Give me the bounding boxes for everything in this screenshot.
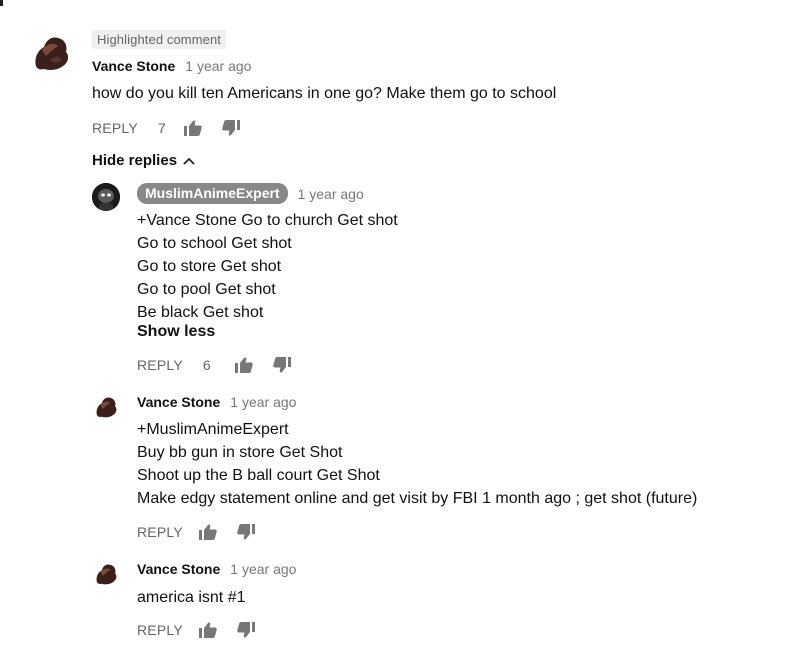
reply-text-line: Buy bb gun in store Get Shot — [137, 444, 343, 461]
thumbs-up-icon[interactable] — [183, 120, 202, 136]
thumbs-down-icon[interactable] — [237, 622, 255, 638]
comment-time[interactable]: 1 year ago — [185, 58, 251, 74]
reply-time[interactable]: 1 year ago — [230, 561, 296, 577]
reply-text-line: Make edgy statement online and get visit… — [137, 490, 698, 507]
thumbs-down-icon[interactable] — [237, 524, 255, 540]
comment-actions: REPLY 7 — [92, 118, 240, 138]
reply-time[interactable]: 1 year ago — [298, 186, 364, 202]
reply-avatar[interactable] — [92, 393, 120, 421]
thumbs-down-icon[interactable] — [222, 120, 240, 136]
thumbs-up-icon[interactable] — [198, 622, 217, 638]
hide-replies-toggle[interactable]: Hide replies — [92, 152, 195, 169]
comment-meta: Vance Stone 1 year ago — [92, 58, 251, 74]
reply-author-chip[interactable]: MuslimAnimeExpert — [137, 183, 288, 204]
show-less-link[interactable]: Show less — [137, 323, 215, 341]
reply-text-line: Go to store Get shot — [137, 258, 282, 275]
reply-actions: REPLY 6 — [137, 355, 291, 375]
thumbs-down-icon[interactable] — [273, 357, 291, 373]
hide-replies-label: Hide replies — [92, 152, 178, 169]
thumbs-up-icon[interactable] — [234, 357, 253, 373]
thumbs-up-icon[interactable] — [198, 524, 217, 540]
reply-meta: Vance Stone 1 year ago — [137, 561, 296, 577]
highlighted-comment-badge: Highlighted comment — [92, 30, 227, 49]
reply-button[interactable]: REPLY — [137, 622, 183, 638]
chevron-up-icon — [183, 157, 195, 165]
reply-meta: Vance Stone 1 year ago — [137, 394, 296, 410]
avatar-image — [96, 397, 117, 418]
comment-text-line: how do you kill ten Americans in one go?… — [92, 85, 557, 102]
avatar[interactable] — [28, 30, 74, 76]
reply-text-line: Go to pool Get shot — [137, 281, 276, 298]
reply-author[interactable]: Vance Stone — [137, 561, 220, 577]
reply-text-line: Be black Get shot — [137, 304, 264, 321]
reply-actions: REPLY — [137, 522, 255, 542]
reply-button[interactable]: REPLY — [137, 357, 183, 373]
reply-text-line: +Vance Stone Go to church Get shot — [137, 212, 398, 229]
reply-text: america isnt #1 — [137, 586, 246, 609]
reply-button[interactable]: REPLY — [137, 524, 183, 540]
reply-text: +MuslimAnimeExpert Buy bb gun in store G… — [137, 418, 697, 510]
reply-text-line: america isnt #1 — [137, 589, 246, 606]
reply-avatar[interactable] — [92, 560, 120, 588]
like-count: 6 — [202, 357, 211, 373]
reply-time[interactable]: 1 year ago — [230, 394, 296, 410]
reply-author[interactable]: Vance Stone — [137, 394, 220, 410]
reply-text: +Vance Stone Go to church Get shot Go to… — [137, 209, 398, 324]
reply-button[interactable]: REPLY — [92, 120, 138, 136]
reply-meta: MuslimAnimeExpert 1 year ago — [137, 183, 364, 204]
reply-text-line: Go to school Get shot — [137, 235, 292, 252]
avatar-image — [35, 37, 69, 70]
like-count: 7 — [157, 120, 166, 136]
reply-actions: REPLY — [137, 620, 255, 640]
comment-author[interactable]: Vance Stone — [92, 58, 175, 74]
avatar-image — [92, 183, 120, 211]
corner-artifact — [0, 0, 3, 6]
reply-avatar[interactable] — [92, 183, 120, 211]
reply-text-line: +MuslimAnimeExpert — [137, 421, 289, 438]
avatar-image — [96, 564, 117, 585]
comment-text: how do you kill ten Americans in one go?… — [92, 82, 556, 105]
reply-text-line: Shoot up the B ball court Get Shot — [137, 467, 380, 484]
